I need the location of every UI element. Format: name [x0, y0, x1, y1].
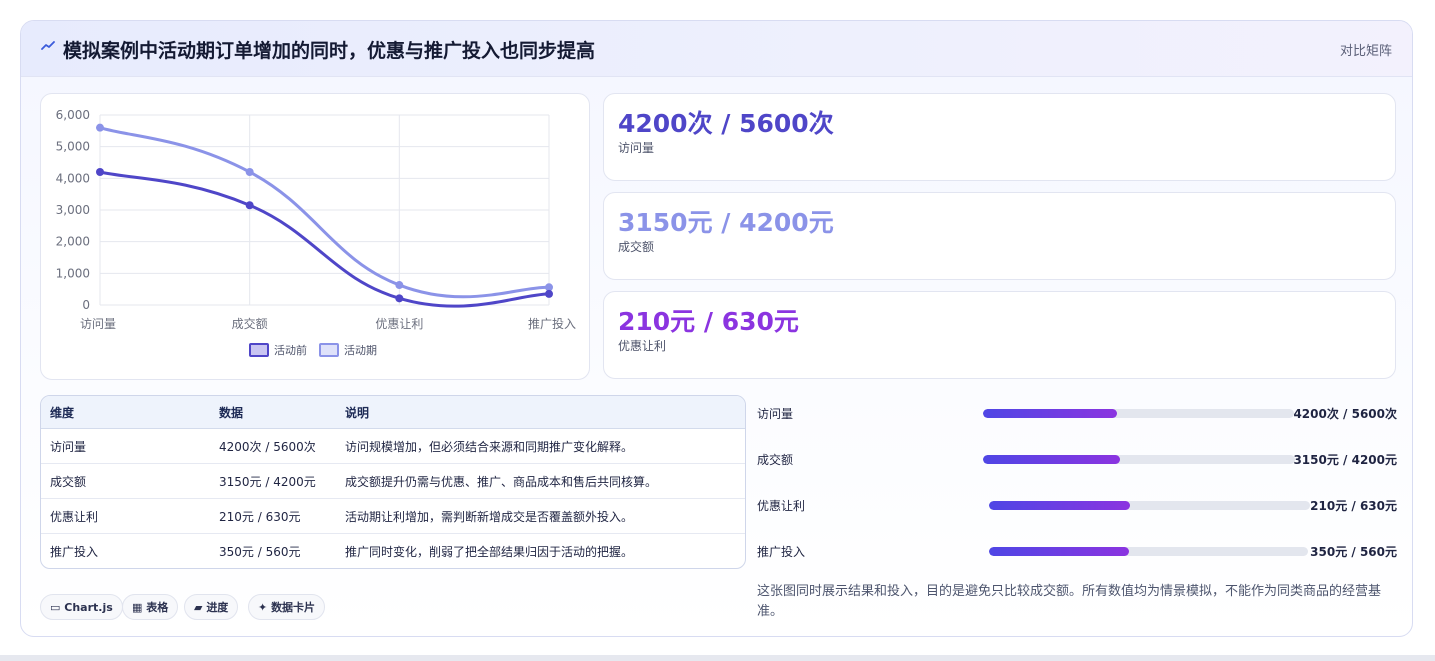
- folder-icon: ▰: [194, 601, 203, 614]
- chip-label: 表格: [146, 601, 169, 614]
- chip-data-cards[interactable]: ✦ 数据卡片: [248, 594, 326, 620]
- chip-label: 数据卡片: [271, 601, 316, 614]
- kpi-value: 3150元 / 4200元: [618, 208, 834, 237]
- kpi-card-revenue: 3150元 / 4200元 成交额: [603, 192, 1396, 280]
- series-line: [99, 170, 550, 308]
- table-row: 成交额 3150元 / 4200元 成交额提升仍需与优惠、推广、商品成本和售后共…: [41, 463, 745, 499]
- progress-value: 4200次 / 5600次: [1293, 407, 1397, 421]
- progress-row-discount: 优惠让利 210元 / 630元: [757, 495, 1397, 515]
- kpi-value: 210元 / 630元: [618, 307, 799, 336]
- data-point: [395, 281, 404, 290]
- data-point: [96, 168, 104, 176]
- table-cell: 访问量: [41, 428, 210, 464]
- y-tick-label: 4,000: [56, 171, 90, 185]
- progress-track: [989, 547, 1308, 556]
- progress-track: [983, 455, 1295, 464]
- legend-label: 活动期: [344, 344, 377, 357]
- data-point: [245, 201, 254, 210]
- chip-chartjs[interactable]: ▭ Chart.js: [40, 594, 123, 620]
- table-cell: 成交额提升仍需与优惠、推广、商品成本和售后共同核算。: [336, 463, 745, 499]
- y-tick-label: 0: [82, 298, 90, 312]
- chip-label: Chart.js: [64, 601, 113, 614]
- data-point: [96, 123, 104, 132]
- card-header: 模拟案例中活动期订单增加的同时，优惠与推广投入也同步提高 对比矩阵: [21, 21, 1412, 77]
- chip-progress[interactable]: ▰ 进度: [184, 594, 239, 620]
- progress-fill: [983, 409, 1117, 418]
- table-header-cell: 说明: [336, 396, 745, 429]
- progress-value: 3150元 / 4200元: [1293, 453, 1397, 467]
- y-tick-label: 2,000: [56, 235, 90, 249]
- y-tick-label: 6,000: [56, 108, 90, 122]
- y-tick-label: 1,000: [56, 266, 90, 280]
- comparison-card: 模拟案例中活动期订单增加的同时，优惠与推广投入也同步提高 对比矩阵 0 1,000…: [20, 20, 1413, 637]
- progress-fill: [989, 547, 1130, 556]
- x-tick-label: 访问量: [80, 317, 116, 331]
- legend-swatch: [249, 343, 269, 357]
- line-chart-panel: 0 1,000 2,000 3,000 4,000 5,000 6,000 访问量 成交额 优惠让…: [40, 93, 590, 380]
- line-chart: 0 1,000 2,000 3,000 4,000 5,000 6,000 访问量 成交额 优惠让…: [56, 108, 576, 357]
- table-cell: 推广投入: [50, 544, 99, 559]
- page-bottom-shadow: [0, 655, 1435, 661]
- progress-label: 优惠让利: [757, 499, 806, 513]
- progress-row-revenue: 成交额 3150元 / 4200元: [757, 449, 1397, 469]
- table-cell: 优惠让利: [41, 498, 210, 534]
- header-tag: 对比矩阵: [1339, 44, 1392, 59]
- progress-row-visits: 访问量 4200次 / 5600次: [757, 403, 1397, 423]
- progress-track: [989, 501, 1310, 510]
- progress-value: 210元 / 630元: [1310, 499, 1397, 513]
- data-table: 维度 数据 说明 访问量 4200次 / 5600次 访问规模增加，但必须结合来…: [41, 396, 745, 568]
- x-tick-label: 成交额: [232, 316, 268, 331]
- x-tick-label: 优惠让利: [375, 317, 423, 331]
- trend-line-icon: [41, 41, 55, 50]
- progress-label: 访问量: [757, 407, 794, 421]
- table-cell: 访问规模增加，但必须结合来源和同期推广变化解释。: [336, 428, 745, 464]
- progress-value: 350元 / 560元: [1310, 545, 1397, 559]
- chip-table[interactable]: ▦ 表格: [122, 594, 179, 620]
- chart-icon: ▭: [50, 601, 61, 614]
- data-point: [395, 294, 404, 303]
- page-title: 模拟案例中活动期订单增加的同时，优惠与推广投入也同步提高: [63, 40, 596, 62]
- y-tick-label: 5,000: [56, 140, 90, 154]
- footnote: 这张图同时展示结果和投入，目的是避免只比较成交额。所有数值均为情景模拟，不能作为…: [757, 584, 1382, 619]
- progress-fill: [983, 455, 1121, 464]
- progress-label: 推广投入: [757, 545, 806, 559]
- progress-row-promotion: 推广投入 350元 / 560元: [757, 541, 1397, 561]
- legend-swatch: [319, 343, 339, 357]
- table-cell: 350元 / 560元: [219, 544, 301, 559]
- table-header-cell: 维度: [41, 396, 210, 429]
- table-cell: 活动期让利增加，需判断新增成交是否覆盖额外投入。: [336, 498, 745, 534]
- table-cell: 210元 / 630元: [210, 498, 336, 534]
- data-point: [545, 289, 553, 298]
- progress-label: 成交额: [757, 453, 794, 467]
- table-icon: ▦: [132, 601, 143, 614]
- table-cell: 成交额: [41, 463, 210, 499]
- table-cell: 3150元 / 4200元: [210, 463, 336, 499]
- table-cell: 4200次 / 5600次: [210, 428, 336, 464]
- legend-label: 活动前: [274, 343, 307, 357]
- table-row: 推广投入 350元 / 560元 推广同时变化，削弱了把全部结果归因于活动的把握…: [41, 534, 745, 569]
- table-cell: 推广同时变化，削弱了把全部结果归因于活动的把握。: [345, 544, 634, 559]
- kpi-card-discount: 210元 / 630元 优惠让利: [603, 291, 1396, 379]
- kpi-label: 访问量: [618, 141, 655, 155]
- x-tick-label: 推广投入: [528, 316, 576, 331]
- sparkle-icon: ✦: [258, 601, 268, 614]
- y-tick-label: 3,000: [56, 203, 90, 217]
- data-table-panel: 维度 数据 说明 访问量 4200次 / 5600次 访问规模增加，但必须结合来…: [40, 395, 746, 569]
- progress-fill: [989, 501, 1131, 510]
- kpi-card-visits: 4200次 / 5600次 访问量: [603, 93, 1396, 181]
- table-row: 优惠让利 210元 / 630元 活动期让利增加，需判断新增成交是否覆盖额外投入…: [41, 498, 745, 534]
- table-header-row: 维度 数据 说明: [41, 396, 745, 429]
- kpi-label: 优惠让利: [618, 339, 667, 353]
- chip-label: 进度: [206, 601, 229, 614]
- progress-track: [983, 409, 1294, 418]
- table-row: 访问量 4200次 / 5600次 访问规模增加，但必须结合来源和同期推广变化解…: [41, 428, 745, 464]
- table-header-cell: 数据: [210, 396, 336, 429]
- series-line: [99, 126, 550, 299]
- kpi-value: 4200次 / 5600次: [618, 109, 834, 138]
- kpi-label: 成交额: [618, 240, 655, 254]
- data-point: [245, 168, 254, 176]
